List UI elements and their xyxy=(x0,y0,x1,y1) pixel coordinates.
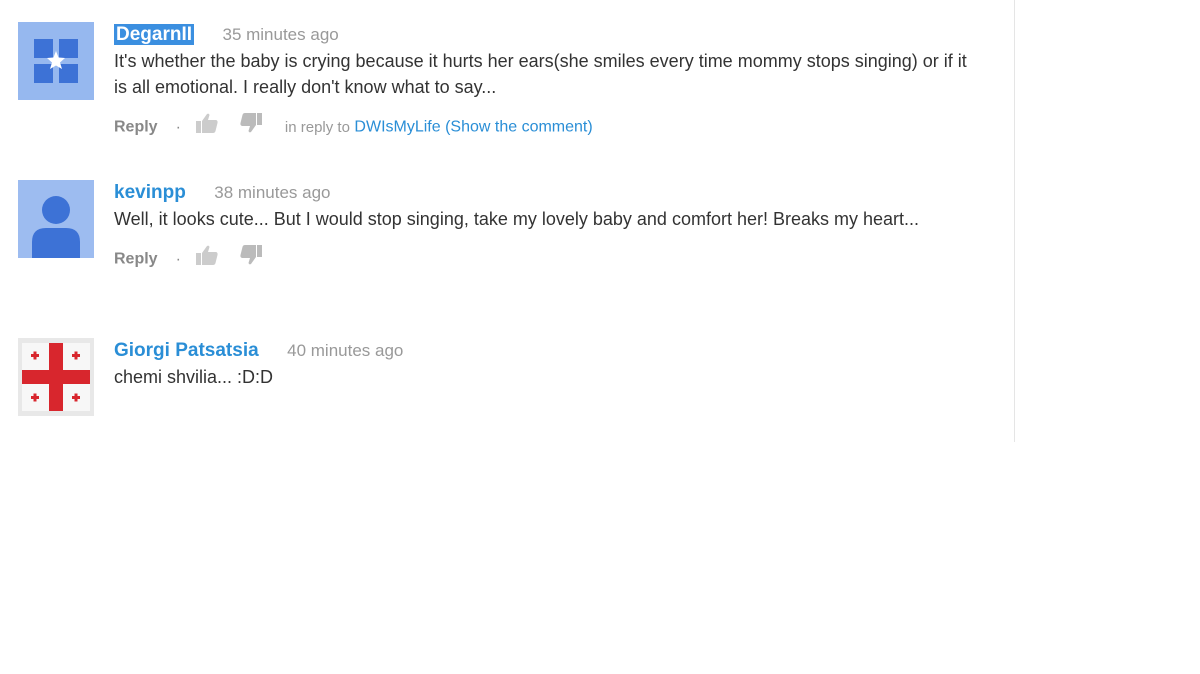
comment-body: kevinpp 38 minutes ago Well, it looks cu… xyxy=(114,180,984,270)
comment-text: Well, it looks cute... But I would stop … xyxy=(114,209,920,229)
comments-page: DegarnII 35 minutes ago It's whether the… xyxy=(0,0,1200,674)
in-reply-to-label: in reply to xyxy=(284,118,350,136)
default-user-avatar-icon[interactable] xyxy=(18,180,94,258)
in-reply-to-user-link[interactable]: DWIsMyLife xyxy=(354,119,440,136)
comment-text: It's whether the baby is crying because … xyxy=(114,51,967,97)
blue-star-avatar-icon[interactable] xyxy=(18,22,94,100)
thumbs-down-icon[interactable] xyxy=(239,244,263,275)
comment-actions: Reply · xyxy=(114,244,984,270)
reply-button[interactable]: Reply xyxy=(114,119,158,136)
comment-body: DegarnII 35 minutes ago It's whether the… xyxy=(114,22,984,138)
thumbs-up-icon[interactable] xyxy=(195,112,219,143)
comment-timestamp: 40 minutes ago xyxy=(287,341,404,360)
comment-timestamp: 38 minutes ago xyxy=(214,183,331,202)
georgia-flag-avatar-icon[interactable] xyxy=(18,338,94,416)
comment-body: Giorgi Patsatsia 40 minutes ago chemi sh… xyxy=(114,338,984,390)
separator-dot: · xyxy=(175,250,181,268)
sidebar-divider xyxy=(1014,0,1015,442)
thumbs-down-icon[interactable] xyxy=(239,112,263,143)
reply-button[interactable]: Reply xyxy=(114,251,158,268)
comment-header: Giorgi Patsatsia 40 minutes ago xyxy=(114,338,984,364)
thumbs-up-icon[interactable] xyxy=(195,244,219,275)
comment-header: DegarnII 35 minutes ago xyxy=(114,22,984,48)
comment-author-link[interactable]: kevinpp xyxy=(114,182,186,203)
comment-text: chemi shvilia... :D:D xyxy=(114,367,274,387)
comment-header: kevinpp 38 minutes ago xyxy=(114,180,984,206)
comment-actions: Reply · in reply to DWIsMyLife (Show the … xyxy=(114,112,984,138)
separator-dot: · xyxy=(175,118,181,136)
comment-author-link[interactable]: DegarnII xyxy=(114,24,195,45)
comment-author-link[interactable]: Giorgi Patsatsia xyxy=(114,340,259,361)
comment-timestamp: 35 minutes ago xyxy=(222,25,339,44)
show-comment-link[interactable]: (Show the comment) xyxy=(445,119,593,136)
